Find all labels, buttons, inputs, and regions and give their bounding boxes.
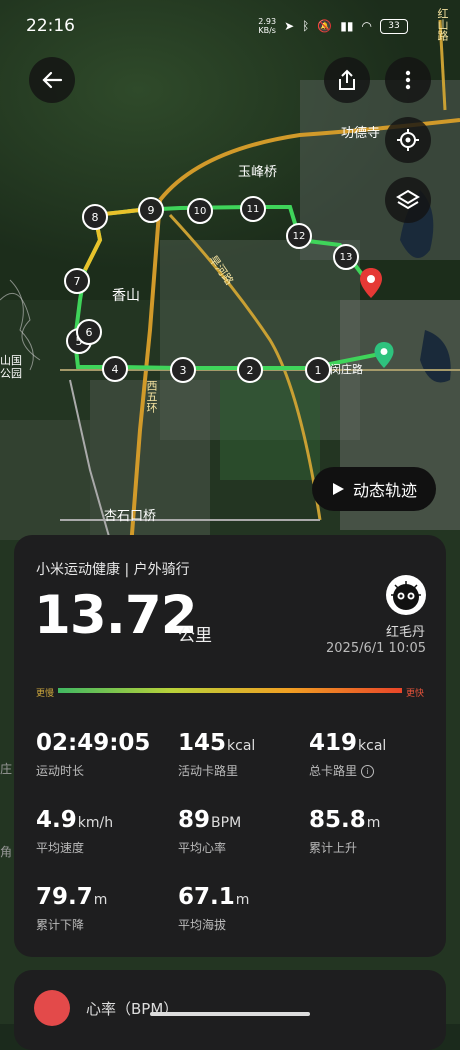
battery-icon: 33 — [380, 18, 408, 34]
place-label-xiangshan: 香山 — [112, 288, 140, 304]
end-marker-icon — [360, 268, 382, 298]
stat-total-calories[interactable]: 419kcal 总卡路里 i — [309, 730, 386, 779]
waypoint-6[interactable]: 6 — [76, 319, 102, 345]
waypoint-4[interactable]: 4 — [102, 356, 128, 382]
place-label-edge-zhuang: 庄 — [0, 762, 13, 776]
waypoint-10[interactable]: 10 — [187, 198, 213, 224]
speed-gradient-bar — [36, 688, 424, 693]
location-icon: ➤ — [284, 19, 295, 33]
place-label-edge-jiao: 角 — [0, 845, 13, 859]
stat-elevation-loss: 79.7m 累计下降 — [36, 884, 108, 932]
road-label-minzhuang: 闵庄路 — [330, 363, 363, 376]
layers-icon — [396, 189, 420, 210]
status-bar: 22:16 2.93 KB/s ➤ ᛒ 🔕 ▮▮ ◠ 33 — [0, 0, 460, 52]
workout-datetime: 2025/6/1 10:05 — [326, 641, 426, 656]
stat-active-calories: 145kcal 活动卡路里 — [178, 730, 256, 778]
share-icon — [339, 69, 355, 90]
distance-unit: 公里 — [178, 626, 212, 646]
info-icon[interactable]: i — [361, 765, 375, 778]
stat-elevation-gain: 85.8m 累计上升 — [309, 807, 381, 855]
slow-label: 更慢 — [36, 686, 59, 699]
place-label-xingshikouqiao: 杏石口桥 — [104, 509, 157, 524]
heart-icon — [34, 990, 70, 1026]
waypoint-3[interactable]: 3 — [170, 357, 196, 383]
dynamic-track-label: 动态轨迹 — [352, 481, 417, 500]
layers-button[interactable] — [385, 177, 431, 223]
distance-value: 13.72 — [34, 585, 198, 646]
mute-icon: 🔕 — [317, 19, 333, 33]
waypoint-1[interactable]: 1 — [305, 357, 331, 383]
place-label-park: 山国公园 — [0, 354, 22, 380]
share-button[interactable] — [324, 57, 370, 103]
play-icon — [332, 483, 344, 495]
waypoint-7[interactable]: 7 — [64, 268, 90, 294]
waypoint-11[interactable]: 11 — [240, 196, 266, 222]
fast-label: 更快 — [401, 686, 424, 699]
net-speed: 2.93 KB/s — [258, 17, 277, 35]
stat-avg-heart-rate: 89BPM 平均心率 — [178, 807, 242, 855]
locate-button[interactable] — [385, 117, 431, 163]
status-icons: 2.93 KB/s ➤ ᛒ 🔕 ▮▮ ◠ 33 — [258, 17, 408, 35]
stat-avg-altitude: 67.1m 平均海拔 — [178, 884, 250, 932]
home-indicator[interactable] — [150, 1012, 310, 1016]
avatar[interactable] — [386, 575, 426, 615]
dynamic-track-button[interactable]: 动态轨迹 — [312, 467, 436, 511]
workout-source: 小米运动健康 | 户外骑行 — [36, 562, 190, 578]
heart-rate-card[interactable]: 心率（BPM） — [14, 970, 446, 1050]
waypoint-8[interactable]: 8 — [82, 204, 108, 230]
status-time: 22:16 — [26, 16, 75, 36]
stat-avg-speed: 4.9km/h 平均速度 — [36, 807, 114, 855]
waypoint-13[interactable]: 13 — [333, 244, 359, 270]
user-name: 红毛丹 — [386, 625, 426, 640]
avatar-image — [391, 581, 421, 610]
place-label-yufengqiao: 玉峰桥 — [238, 165, 278, 180]
bluetooth-icon: ᛒ — [302, 19, 310, 33]
back-arrow-icon — [42, 71, 63, 89]
wifi-icon: ◠ — [361, 19, 372, 33]
workout-summary-card: 小米运动健康 | 户外骑行 13.72 公里 红毛丹 2025/6/1 10:0… — [14, 535, 446, 957]
waypoint-2[interactable]: 2 — [237, 357, 263, 383]
more-button[interactable] — [385, 57, 431, 103]
waypoint-12[interactable]: 12 — [286, 223, 312, 249]
start-marker-icon — [374, 342, 394, 368]
more-vertical-icon — [405, 70, 411, 90]
signal-icon: ▮▮ — [340, 19, 354, 33]
road-label-xiwuhuan: 西五环 — [145, 380, 158, 413]
locate-icon — [397, 129, 419, 151]
place-label-gongdesi: 功德寺 — [341, 126, 381, 141]
waypoint-9[interactable]: 9 — [138, 197, 164, 223]
stat-duration: 02:49:05 运动时长 — [36, 730, 151, 778]
back-button[interactable] — [29, 57, 75, 103]
